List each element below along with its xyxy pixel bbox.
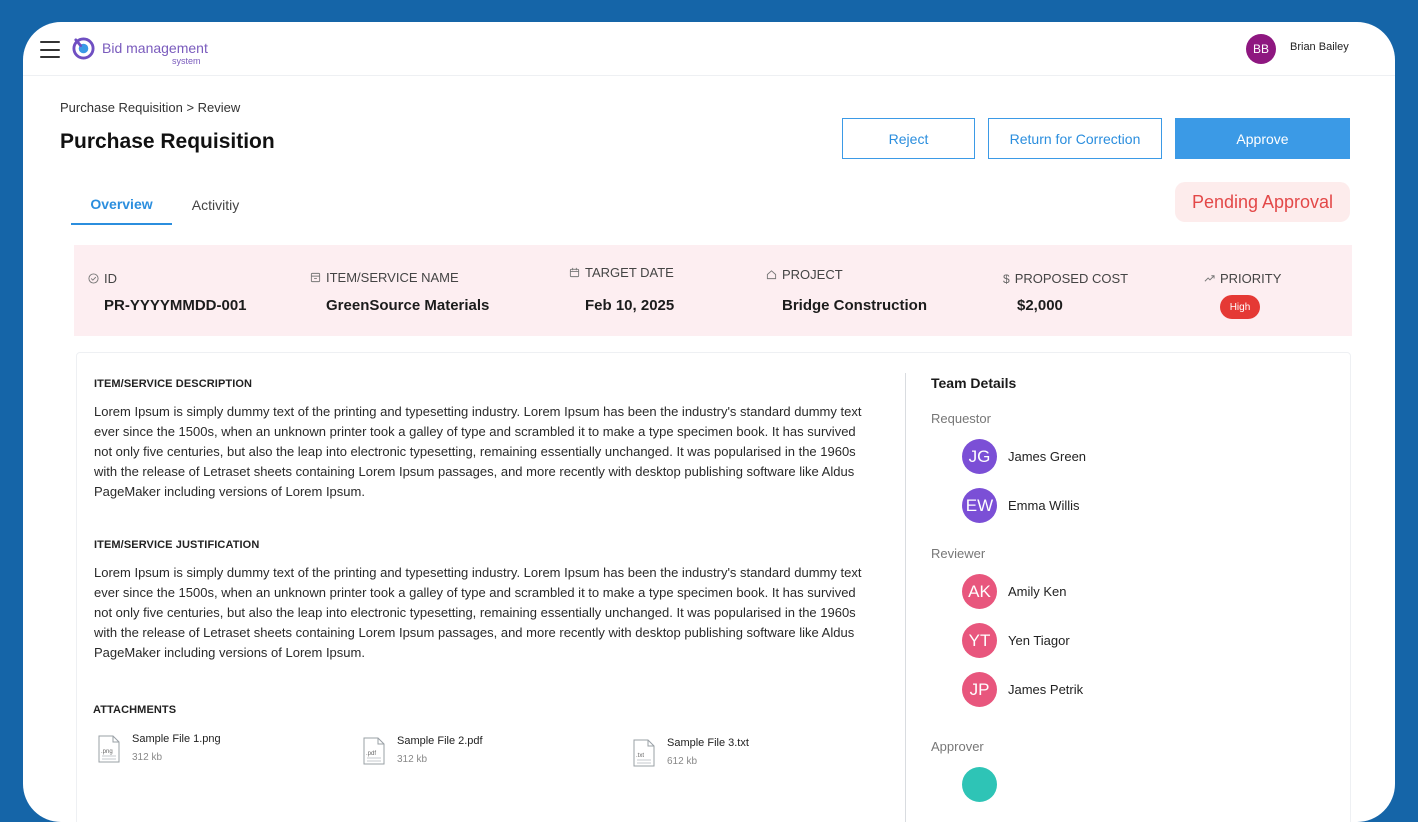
user-name[interactable]: Brian Bailey [1290, 41, 1349, 53]
user-avatar[interactable]: BB [1246, 34, 1276, 64]
member-name: Yen Tiagor [1008, 633, 1070, 648]
top-bar: Bid management system BB Brian Bailey [23, 22, 1395, 76]
proposed-cost-value: $2,000 [1017, 297, 1063, 314]
attachment-name[interactable]: Sample File 2.pdf [397, 735, 483, 747]
file-icon: .pdf [363, 737, 385, 765]
dollar-icon: $ [1003, 271, 1010, 286]
attachment-size: 312 kb [132, 752, 163, 763]
approve-button[interactable]: Approve [1175, 118, 1350, 159]
avatar: JG [962, 439, 997, 474]
avatar [962, 767, 997, 802]
details-card: ITEM/SERVICE DESCRIPTION Lorem Ipsum is … [76, 352, 1351, 822]
return-for-correction-button[interactable]: Return for Correction [988, 118, 1162, 159]
attachment-size: 312 kb [397, 754, 428, 765]
proposed-cost-label: $ PROPOSED COST [1003, 271, 1128, 286]
tab-activity[interactable]: Activitiy [178, 185, 253, 225]
team-details-heading: Team Details [931, 375, 1017, 391]
brand-name: Bid management [102, 40, 208, 56]
breadcrumb: Purchase Requisition > Review [60, 100, 241, 115]
avatar: JP [962, 672, 997, 707]
description-text: Lorem Ipsum is simply dummy text of the … [94, 404, 862, 499]
priority-badge: High [1220, 295, 1260, 319]
item-name-label: ITEM/SERVICE NAME [310, 270, 459, 285]
attachment-name[interactable]: Sample File 1.png [132, 733, 221, 745]
column-divider [905, 373, 906, 822]
reject-button[interactable]: Reject [842, 118, 975, 159]
file-icon: .txt [633, 739, 655, 767]
attachments-heading: ATTACHMENTS [93, 704, 177, 716]
tab-overview[interactable]: Overview [71, 185, 172, 225]
target-date-label-text: TARGET DATE [585, 265, 674, 280]
member-name: James Green [1008, 449, 1087, 464]
id-label-text: ID [104, 271, 117, 286]
justification-heading: ITEM/SERVICE JUSTIFICATION [94, 539, 260, 551]
avatar: YT [962, 623, 997, 658]
home-icon [766, 270, 777, 280]
member-name: James Petrik [1008, 682, 1084, 697]
item-name-value: GreenSource Materials [326, 297, 490, 314]
reviewer-label: Reviewer [931, 546, 986, 561]
target-date-label: TARGET DATE [569, 265, 674, 280]
priority-label-text: PRIORITY [1220, 271, 1282, 286]
approver-label: Approver [931, 739, 984, 754]
proposed-cost-label-text: PROPOSED COST [1014, 271, 1129, 286]
box-icon [310, 272, 321, 283]
app-window: Bid management system BB Brian Bailey Pu… [23, 22, 1395, 822]
project-value: Bridge Construction [782, 297, 927, 314]
svg-text:.txt: .txt [636, 753, 644, 759]
file-icon: .png [98, 735, 120, 763]
requestor-label: Requestor [931, 411, 991, 426]
id-value: PR-YYYYMMDD-001 [104, 297, 247, 314]
priority-label: PRIORITY [1204, 271, 1281, 286]
attachment-size: 612 kb [667, 756, 698, 767]
logo-icon [72, 37, 95, 60]
justification-text: Lorem Ipsum is simply dummy text of the … [94, 565, 862, 660]
trend-icon [1204, 275, 1215, 282]
avatar: AK [962, 574, 997, 609]
page-title: Purchase Requisition [60, 130, 275, 153]
id-label: ID [88, 271, 117, 286]
target-date-value: Feb 10, 2025 [585, 297, 675, 314]
calendar-icon [569, 267, 580, 278]
project-label: PROJECT [766, 267, 843, 282]
status-badge: Pending Approval [1175, 182, 1350, 222]
svg-text:.pdf: .pdf [366, 751, 376, 757]
check-circle-icon [88, 273, 99, 284]
menu-icon[interactable] [40, 41, 60, 58]
brand-subtitle: system [172, 56, 201, 66]
attachment-name[interactable]: Sample File 3.txt [667, 737, 749, 749]
item-name-label-text: ITEM/SERVICE NAME [326, 270, 459, 285]
avatar: EW [962, 488, 997, 523]
summary-strip: ID PR-YYYYMMDD-001 ITEM/SERVICE NAME Gre… [74, 245, 1352, 336]
project-label-text: PROJECT [782, 267, 843, 282]
member-name: Emma Willis [1008, 498, 1080, 513]
svg-text:.png: .png [101, 749, 113, 755]
description-heading: ITEM/SERVICE DESCRIPTION [94, 378, 253, 390]
member-name: Amily Ken [1008, 584, 1067, 599]
